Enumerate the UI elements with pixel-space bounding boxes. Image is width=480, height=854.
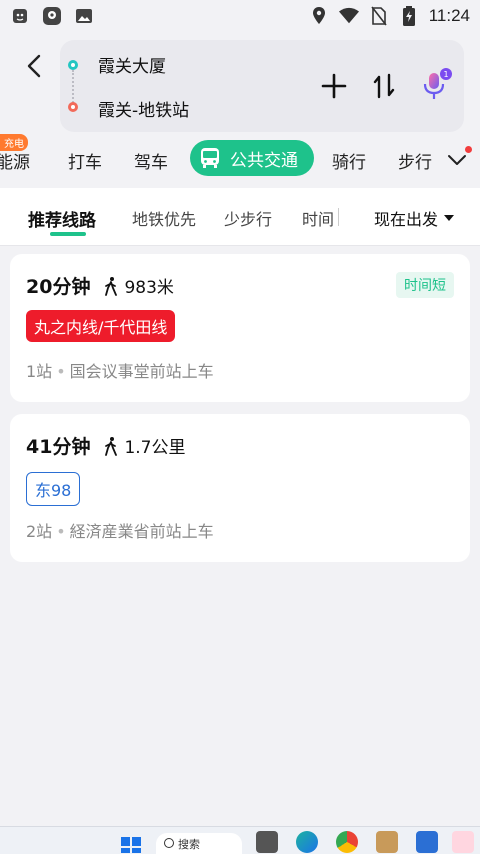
destination-field[interactable]: 霞关-地铁站 xyxy=(98,96,189,121)
route-card[interactable]: 41分钟 1.7公里 东98 2站 • 経済産業省前站上车 xyxy=(10,414,470,562)
depart-time-label: 现在出发 xyxy=(374,210,439,229)
notification-image-icon xyxy=(74,6,94,26)
new-indicator-dot xyxy=(465,146,472,153)
swap-icon xyxy=(373,73,395,99)
line-badge: 东98 xyxy=(26,472,81,506)
wifi-icon xyxy=(338,6,359,26)
tab-drive[interactable]: 驾车 xyxy=(134,148,168,173)
route-header: 霞关大厦 霞关-地铁站 1 xyxy=(0,32,480,134)
filter-recommended[interactable]: 推荐线路 xyxy=(28,206,96,231)
chrome-icon[interactable] xyxy=(336,831,358,853)
filter-time[interactable]: 时间 xyxy=(302,206,336,230)
chevron-down-icon xyxy=(448,155,466,165)
add-waypoint-button[interactable] xyxy=(318,70,350,102)
bus-icon xyxy=(198,146,222,170)
stop-count: 2站 xyxy=(26,522,53,541)
swap-route-button[interactable] xyxy=(368,70,400,102)
tab-transit-label: 公共交通 xyxy=(230,150,298,171)
route-card[interactable]: 20分钟 983米 时间短 丸之内线/千代田线 1站 • 国会议事堂前站上车 xyxy=(10,254,470,402)
search-icon xyxy=(164,838,174,848)
voice-input-button[interactable]: 1 xyxy=(418,68,452,102)
active-filter-underline xyxy=(50,232,86,236)
depart-time-dropdown[interactable]: 现在出发 xyxy=(374,206,455,230)
tab-energy[interactable]: 能源 xyxy=(0,148,30,173)
route-summary: 1站 • 国会议事堂前站上车 xyxy=(26,362,214,381)
filter-divider xyxy=(338,208,339,226)
back-button[interactable] xyxy=(20,52,48,80)
plus-icon xyxy=(321,73,347,99)
notepad-icon[interactable] xyxy=(416,831,438,853)
boarding-station: 国会议事堂前站上车 xyxy=(69,362,214,381)
taskbar-search[interactable]: 搜索 xyxy=(156,833,242,854)
boarding-station: 経済産業省前站上车 xyxy=(69,522,214,541)
walk-distance: 983米 xyxy=(124,278,174,298)
route-summary: 2站 • 経済産業省前站上车 xyxy=(26,522,214,541)
line-badge: 丸之内线/千代田线 xyxy=(26,310,176,342)
origin-dot xyxy=(68,60,78,70)
transport-mode-tabs: 充电 能源 打车 驾车 公共交通 骑行 步行 xyxy=(0,134,480,186)
more-modes-button[interactable] xyxy=(434,134,480,186)
battery-charging-icon xyxy=(399,6,419,26)
route-tag: 时间短 xyxy=(396,272,454,298)
taskbar-search-label: 搜索 xyxy=(178,838,200,851)
filter-subway-first[interactable]: 地铁优先 xyxy=(132,206,196,230)
notification-map-icon xyxy=(42,6,62,26)
task-view-icon[interactable] xyxy=(256,831,278,853)
route-duration: 41分钟 xyxy=(26,436,91,458)
route-duration: 20分钟 xyxy=(26,276,91,298)
tab-taxi[interactable]: 打车 xyxy=(68,148,102,173)
route-filter-bar: 推荐线路 地铁优先 少步行 时间 现在出发 xyxy=(0,188,480,246)
edge-icon[interactable] xyxy=(296,831,318,853)
no-sim-icon xyxy=(369,6,389,26)
tab-walk[interactable]: 步行 xyxy=(398,148,432,173)
tab-transit[interactable]: 公共交通 xyxy=(190,140,314,176)
notification-cat-icon xyxy=(10,6,30,26)
stop-count: 1站 xyxy=(26,362,53,381)
windows-start-icon[interactable] xyxy=(120,831,142,853)
walking-icon xyxy=(102,436,120,456)
mic-badge: 1 xyxy=(440,68,452,80)
archive-icon[interactable] xyxy=(376,831,398,853)
status-time: 11:24 xyxy=(428,6,470,25)
taskbar: 搜索 xyxy=(0,826,480,854)
destination-dot xyxy=(68,102,78,112)
route-input-box: 霞关大厦 霞关-地铁站 1 xyxy=(60,40,464,132)
tab-bike[interactable]: 骑行 xyxy=(332,148,366,173)
filter-less-walking[interactable]: 少步行 xyxy=(224,206,272,230)
walking-icon xyxy=(102,276,120,296)
status-bar: 11:24 xyxy=(0,0,480,32)
caret-down-icon xyxy=(444,215,455,221)
location-icon xyxy=(309,6,329,26)
walk-distance: 1.7公里 xyxy=(124,438,186,458)
chevron-left-icon xyxy=(27,54,41,78)
origin-field[interactable]: 霞关大厦 xyxy=(98,52,166,77)
app-icon[interactable] xyxy=(452,831,474,853)
